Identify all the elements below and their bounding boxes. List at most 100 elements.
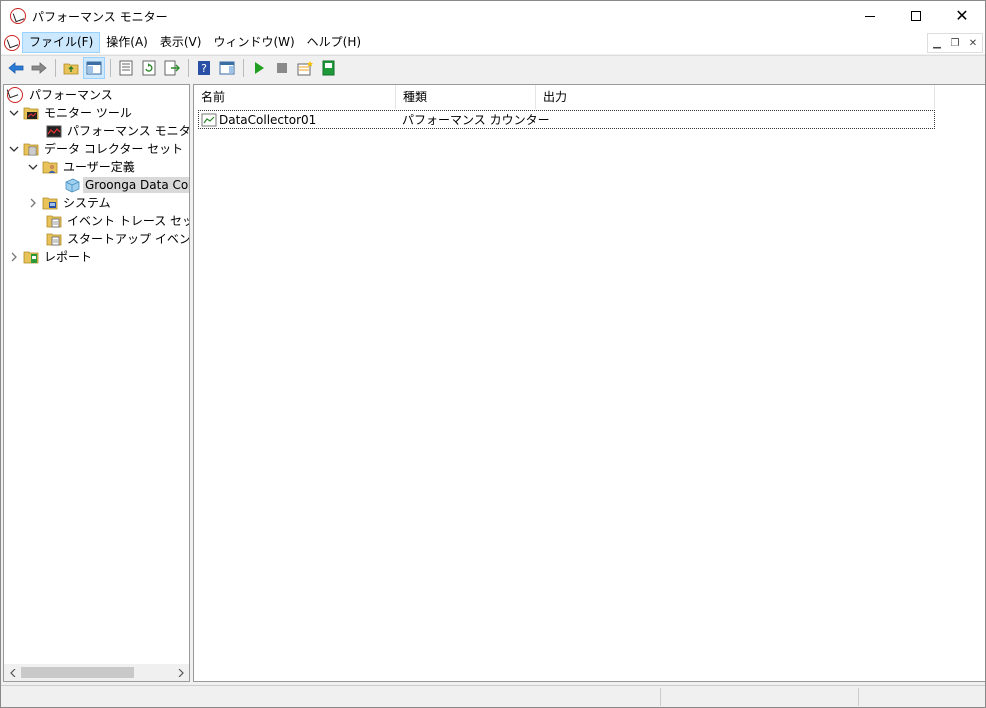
title-bar: パフォーマンス モニター ✕ — [1, 1, 985, 31]
chevron-down-icon[interactable] — [9, 108, 19, 118]
forward-button[interactable] — [28, 57, 50, 79]
help-button[interactable]: ? — [193, 57, 215, 79]
mdi-close-button[interactable]: ✕ — [964, 34, 982, 52]
menu-view[interactable]: 表示(V) — [154, 32, 208, 53]
tree-item-data-collector-sets[interactable]: データ コレクター セット — [9, 140, 185, 158]
close-icon: ✕ — [955, 6, 969, 25]
data-collector-icon — [65, 178, 80, 193]
up-folder-button[interactable] — [60, 57, 82, 79]
export-icon — [164, 60, 180, 75]
cell-name: DataCollector01 — [219, 112, 317, 127]
window-controls: ✕ — [847, 1, 985, 31]
tree-item-groonga-data-collector[interactable]: Groonga Data Colle — [64, 176, 189, 194]
menu-window[interactable]: ウィンドウ(W) — [207, 32, 300, 53]
new-button[interactable] — [294, 57, 316, 79]
perfmon-app-icon[interactable] — [10, 8, 26, 24]
menu-action[interactable]: 操作(A) — [100, 32, 154, 53]
show-hide-tree-button[interactable] — [83, 56, 105, 79]
perfmon-window: パフォーマンス モニター ✕ ファイル(F) 操作(A) 表示(V) ウィンドウ… — [0, 0, 986, 708]
menu-help[interactable]: ヘルプ(H) — [301, 32, 367, 53]
folder-trace-icon — [46, 215, 62, 228]
toolbar-separator — [110, 58, 111, 77]
toolbar-separator — [55, 58, 56, 77]
log-book-icon — [322, 60, 335, 75]
menu-file[interactable]: ファイル(F) — [22, 32, 101, 53]
status-segment — [660, 688, 858, 706]
tree-pane-icon — [86, 61, 102, 74]
folder-system-icon — [42, 197, 58, 210]
navigation-tree: パフォーマンス モニター ツール パフォーマンス モニター データ コレクター … — [4, 85, 189, 665]
system-menu-icon[interactable] — [4, 34, 20, 51]
column-header-type[interactable]: 種類 — [396, 85, 536, 109]
help-icon: ? — [198, 60, 210, 75]
folder-chart-icon — [23, 107, 39, 120]
minimize-icon: ▁ — [933, 37, 941, 49]
chevron-down-icon[interactable] — [28, 162, 38, 172]
forward-arrow-icon — [31, 61, 47, 74]
back-button[interactable] — [5, 57, 27, 79]
start-button[interactable] — [248, 57, 270, 79]
show-hide-action-pane-button[interactable] — [216, 57, 238, 79]
scroll-left-icon[interactable] — [4, 664, 21, 681]
cell-type: パフォーマンス カウンター — [402, 113, 550, 127]
svg-text:?: ? — [201, 62, 207, 75]
maximize-button[interactable] — [893, 1, 939, 31]
toolbar-separator — [188, 58, 189, 77]
minimize-button[interactable] — [847, 1, 893, 31]
folder-trace-icon — [46, 233, 62, 246]
tree-item-monitoring-tools[interactable]: モニター ツール — [9, 104, 134, 122]
scrollbar-track[interactable] — [21, 664, 172, 681]
toolbar-separator — [243, 58, 244, 77]
refresh-button[interactable] — [138, 57, 160, 79]
chevron-right-icon[interactable] — [9, 252, 19, 262]
list-header: 名前 種類 出力 — [194, 85, 935, 109]
maximize-icon — [911, 11, 921, 21]
export-list-button[interactable] — [161, 57, 183, 79]
action-pane-icon — [219, 61, 235, 74]
tree-item-system[interactable]: システム — [28, 194, 113, 212]
scroll-right-icon[interactable] — [172, 664, 189, 681]
tree-horizontal-scrollbar[interactable] — [4, 664, 189, 681]
stop-button[interactable] — [271, 57, 293, 79]
status-segment — [858, 688, 985, 706]
restore-icon: ❐ — [950, 37, 960, 49]
tree-item-startup-event-trace-sessions[interactable]: スタートアップ イベント トレ- — [46, 230, 189, 248]
stop-icon — [277, 62, 287, 73]
tree-item-user-defined[interactable]: ユーザー定義 — [28, 158, 137, 176]
tree-item-event-trace-sessions[interactable]: イベント トレース セッション — [46, 212, 189, 230]
column-header-output[interactable]: 出力 — [536, 85, 935, 109]
tree-item-performance[interactable]: パフォーマンス — [7, 86, 115, 104]
mdi-controls: ▁ ❐ ✕ — [927, 33, 983, 53]
perfmon-icon — [7, 87, 23, 103]
window-title: パフォーマンス モニター — [32, 9, 168, 24]
table-row[interactable]: DataCollector01 パフォーマンス カウンター — [198, 110, 935, 129]
chart-icon — [46, 125, 62, 138]
refresh-icon — [142, 60, 156, 75]
chevron-down-icon[interactable] — [9, 144, 19, 154]
details-list-pane: 名前 種類 出力 DataCollector01 パフォーマンス カウンター — [193, 84, 985, 682]
minimize-icon — [865, 15, 875, 17]
play-icon — [255, 61, 264, 74]
status-bar — [1, 685, 985, 707]
column-header-name[interactable]: 名前 — [194, 85, 396, 109]
folder-clipboard-icon — [23, 143, 39, 156]
navigation-tree-pane: パフォーマンス モニター ツール パフォーマンス モニター データ コレクター … — [3, 84, 190, 682]
performance-counter-icon — [201, 113, 217, 126]
new-item-icon — [297, 60, 313, 75]
close-button[interactable]: ✕ — [939, 1, 985, 31]
folder-report-icon — [23, 251, 39, 264]
close-icon: ✕ — [968, 37, 978, 49]
properties-button[interactable] — [115, 57, 137, 79]
scrollbar-thumb[interactable] — [21, 667, 134, 678]
properties-icon — [119, 60, 133, 75]
toolbar: ? — [1, 55, 985, 79]
mdi-restore-button[interactable]: ❐ — [946, 34, 964, 52]
view-log-button[interactable] — [317, 57, 339, 79]
tree-item-reports[interactable]: レポート — [9, 248, 94, 266]
tree-item-performance-monitor[interactable]: パフォーマンス モニター — [46, 122, 189, 140]
chevron-right-icon[interactable] — [28, 198, 38, 208]
folder-up-icon — [63, 63, 79, 74]
folder-user-icon — [42, 161, 58, 174]
back-arrow-icon — [8, 61, 24, 74]
mdi-minimize-button[interactable]: ▁ — [928, 34, 946, 52]
